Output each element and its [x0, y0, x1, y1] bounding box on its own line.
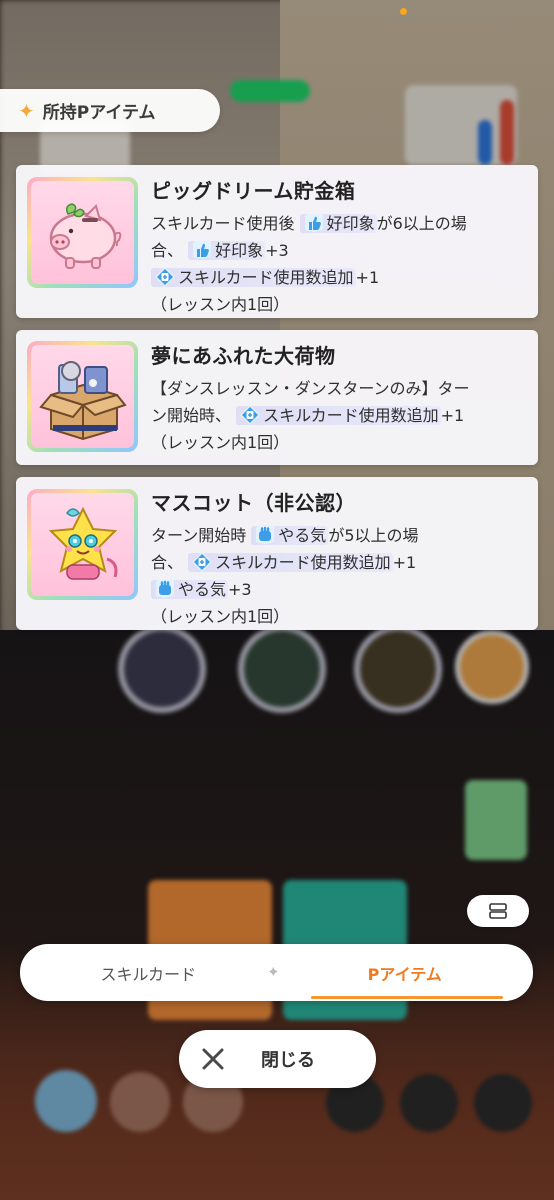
item-description: スキルカード使用後 好印象 が6以上の場 合、 好印象 +3 スキルカード使用数追加 +1… — [151, 210, 524, 318]
description-text: +1 — [440, 406, 465, 425]
header-title: 所持Pアイテム — [42, 103, 156, 123]
description-line: 合、 好印象 +3 — [151, 237, 524, 264]
mascot-icon — [48, 506, 117, 580]
item-icon-frame — [27, 177, 138, 288]
description-line: スキルカード使用後 好印象 が6以上の場 — [151, 210, 524, 237]
thumbs-up-icon — [193, 241, 212, 259]
description-line: やる気 +3 — [151, 576, 524, 603]
card-plus-icon — [240, 405, 261, 425]
owned-p-items-header: ✦ 所持Pアイテム — [0, 89, 220, 132]
list-layout-icon — [489, 903, 507, 919]
item-text: マスコット（非公認） ターン開始時 やる気 が5以上の場 合、 スキルカード使用数追… — [151, 487, 524, 630]
keyword-label: 好印象 — [215, 241, 264, 260]
item-description: ターン開始時 やる気 が5以上の場 合、 スキルカード使用数追加 +1 やる気 +3 （レッ… — [151, 522, 524, 630]
description-text: （レッスン内1回） — [151, 295, 290, 314]
description-text: ン開始時、 — [151, 406, 237, 425]
description-line: （レッスン内1回） — [151, 429, 524, 456]
category-tab-bar: スキルカード Pアイテム ✦ — [20, 944, 533, 1001]
description-line: スキルカード使用数追加 +1 — [151, 264, 524, 291]
description-line: （レッスン内1回） — [151, 291, 524, 318]
keyword-chip[interactable]: やる気 — [251, 526, 329, 545]
item-text: ピッグドリーム貯金箱 スキルカード使用後 好印象 が6以上の場 合、 好印象 +3 スキ… — [151, 175, 524, 318]
keyword-label: スキルカード使用数追加 — [215, 553, 391, 572]
item-text: 夢にあふれた大荷物 【ダンスレッスン・ダンスターンのみ】ター ン開始時、 スキルカ… — [151, 340, 524, 456]
close-icon — [202, 1048, 224, 1070]
close-button[interactable]: 閉じる — [179, 1030, 376, 1088]
p-item-card[interactable]: ピッグドリーム貯金箱 スキルカード使用後 好印象 が6以上の場 合、 好印象 +3 スキ… — [16, 165, 538, 318]
item-name: マスコット（非公認） — [151, 491, 356, 515]
description-line: 【ダンスレッスン・ダンスターンのみ】ター — [151, 375, 524, 402]
item-name: ピッグドリーム貯金箱 — [151, 179, 356, 203]
p-item-card[interactable]: 夢にあふれた大荷物 【ダンスレッスン・ダンスターンのみ】ター ン開始時、 スキルカ… — [16, 330, 538, 465]
card-plus-icon — [155, 267, 175, 287]
description-line: （レッスン内1回） — [151, 603, 524, 630]
tab-skill-card-label: スキルカード — [100, 964, 197, 984]
description-text: （レッスン内1回） — [151, 607, 290, 626]
description-text: が5以上の場 — [328, 526, 419, 545]
keyword-chip[interactable]: スキルカード使用数追加 — [236, 405, 441, 425]
description-text: 合、 — [151, 241, 189, 260]
keyword-chip[interactable]: スキルカード使用数追加 — [188, 552, 393, 572]
description-text: 合、 — [151, 553, 189, 572]
item-icon-frame — [27, 489, 138, 600]
thumbs-up-icon — [304, 214, 323, 232]
tab-skill-card[interactable]: スキルカード — [20, 944, 277, 1001]
sparkle-divider-icon: ✦ — [267, 963, 280, 981]
fist-icon — [156, 580, 174, 598]
fist-icon — [256, 526, 275, 544]
keyword-chip[interactable]: 好印象 — [188, 241, 266, 260]
tab-p-item-label: Pアイテム — [367, 964, 442, 984]
layout-toggle-button[interactable] — [467, 895, 529, 927]
description-text: +1 — [392, 553, 417, 572]
sparkle-icon: ✦ — [18, 98, 35, 123]
keyword-label: スキルカード使用数追加 — [263, 406, 439, 425]
piggy-bank-icon — [49, 202, 121, 269]
description-text: +3 — [228, 580, 252, 599]
description-line: ターン開始時 やる気 が5以上の場 — [151, 522, 524, 549]
item-description: 【ダンスレッスン・ダンスターンのみ】ター ン開始時、 スキルカード使用数追加 +1 （… — [151, 375, 524, 456]
p-item-card[interactable]: マスコット（非公認） ターン開始時 やる気 が5以上の場 合、 スキルカード使用数追… — [16, 477, 538, 630]
keyword-chip[interactable]: スキルカード使用数追加 — [151, 267, 356, 287]
close-button-label: 閉じる — [261, 1050, 315, 1071]
description-text: （レッスン内1回） — [151, 433, 290, 452]
description-text: +3 — [265, 241, 289, 260]
keyword-label: やる気 — [278, 526, 327, 545]
item-name: 夢にあふれた大荷物 — [151, 344, 336, 368]
card-plus-icon — [192, 552, 213, 572]
description-text: +1 — [355, 268, 380, 287]
description-text: スキルカード使用後 — [151, 214, 300, 233]
keyword-label: スキルカード使用数追加 — [178, 268, 354, 287]
description-text: ターン開始時 — [151, 526, 252, 545]
description-text: 【ダンスレッスン・ダンスターンのみ】ター — [151, 379, 470, 398]
description-line: 合、 スキルカード使用数追加 +1 — [151, 549, 524, 576]
description-text: が6以上の場 — [376, 214, 467, 233]
keyword-chip[interactable]: やる気 — [151, 580, 229, 599]
item-icon-frame — [27, 341, 138, 452]
keyword-chip[interactable]: 好印象 — [299, 214, 377, 233]
tab-p-item[interactable]: Pアイテム — [277, 944, 534, 1001]
keyword-label: やる気 — [178, 580, 227, 599]
notification-dot — [400, 8, 407, 15]
description-line: ン開始時、 スキルカード使用数追加 +1 — [151, 402, 524, 429]
keyword-label: 好印象 — [326, 214, 375, 233]
luggage-box-icon — [38, 360, 127, 440]
